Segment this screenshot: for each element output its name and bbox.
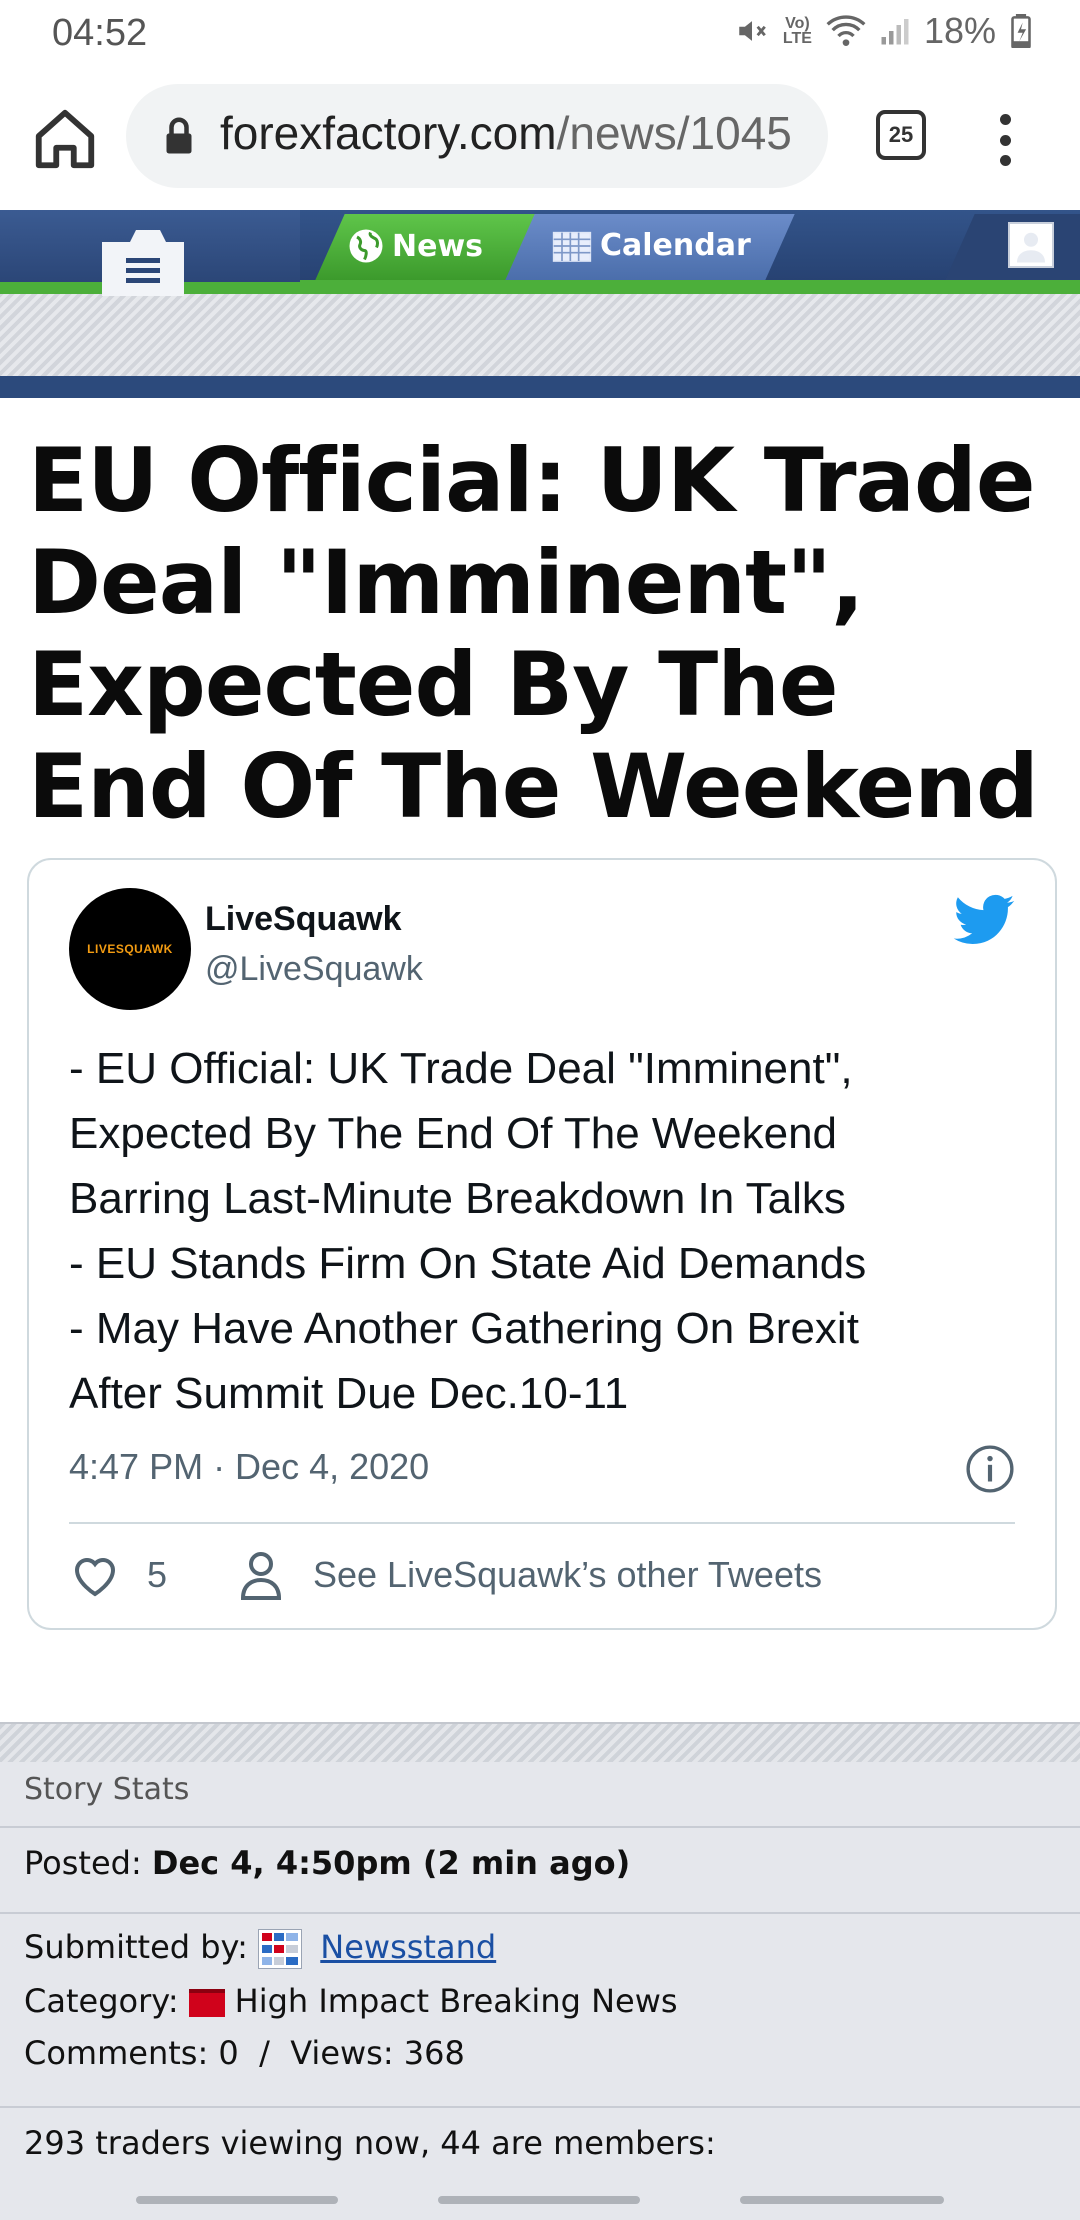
site-menu-icon[interactable] <box>100 228 186 298</box>
posted-label: Posted: <box>24 1844 142 1882</box>
views-label: Views: <box>290 2034 394 2072</box>
category-flag-icon <box>188 1989 225 2017</box>
address-bar[interactable]: forexfactory.com/news/1045 <box>126 84 828 188</box>
story-stats-panel: Story Stats Posted: Dec 4, 4:50pm (2 min… <box>0 1762 1080 2220</box>
url-text: forexfactory.com/news/1045 <box>220 107 792 159</box>
section-divider <box>0 1722 1080 1762</box>
newsstand-icon <box>258 1929 303 1969</box>
browser-toolbar: forexfactory.com/news/1045 25 <box>0 66 1080 210</box>
tweet-text-line: - May Have Another Gathering On Brexit <box>69 1304 859 1353</box>
tweet-text-line: After Summit Due Dec.10-11 <box>69 1369 629 1418</box>
status-time: 04:52 <box>52 12 148 54</box>
submitted-row: Submitted by: Newsstand <box>24 1928 496 1969</box>
overflow-menu-icon[interactable] <box>990 110 1020 170</box>
tweet-author-handle[interactable]: @LiveSquawk <box>205 950 423 989</box>
calendar-icon <box>552 231 592 262</box>
status-bar: 04:52 Vo) LTE 18% <box>0 0 1080 66</box>
article-title: EU Official: UK Trade Deal "Imminent", E… <box>28 429 1039 838</box>
nav-tab-news[interactable]: News <box>348 228 483 264</box>
battery-percent: 18% <box>923 10 996 51</box>
avatar-logo-text: LIVESQUAWK <box>87 942 173 956</box>
home-icon[interactable] <box>30 104 100 174</box>
nav-tab-calendar[interactable]: Calendar <box>552 228 751 263</box>
nav-news-label: News <box>392 228 484 264</box>
views-count: 368 <box>403 2034 465 2072</box>
like-count[interactable]: 5 <box>147 1554 167 1596</box>
tweet-author-name[interactable]: LiveSquawk <box>205 900 402 939</box>
tweet-timestamp[interactable]: 4:47 PM · Dec 4, 2020 <box>69 1446 429 1488</box>
person-icon[interactable] <box>241 1552 281 1600</box>
embedded-tweet[interactable]: LIVESQUAWK LiveSquawk @LiveSquawk - EU O… <box>27 858 1057 1630</box>
status-icons: Vo) LTE 18% <box>735 10 1032 52</box>
category-value: High Impact Breaking News <box>234 1982 678 2020</box>
volte-icon: Vo) LTE <box>782 15 812 47</box>
category-label: Category: <box>24 1982 179 2020</box>
divider <box>69 1522 1015 1524</box>
gesture-nav-handle[interactable] <box>438 2196 640 2204</box>
posted-row: Posted: Dec 4, 4:50pm (2 min ago) <box>24 1844 630 1882</box>
gesture-nav-handle[interactable] <box>136 2196 338 2204</box>
posted-value: Dec 4, 4:50pm (2 min ago) <box>151 1844 631 1882</box>
comments-label: Comments: <box>24 2034 209 2072</box>
comments-count: 0 <box>218 2034 239 2072</box>
tweet-text-line: Expected By The End Of The Weekend <box>69 1109 838 1158</box>
info-icon[interactable] <box>965 1444 1015 1494</box>
tweet-text-line: - EU Stands Firm On State Aid Demands <box>69 1239 867 1288</box>
gesture-nav-handle[interactable] <box>740 2196 944 2204</box>
category-row: Category: High Impact Breaking News <box>24 1982 678 2020</box>
viewers-row: 293 traders viewing now, 44 are members: <box>24 2124 716 2162</box>
tweet-text-line: - EU Official: UK Trade Deal "Imminent", <box>69 1044 853 1093</box>
submitted-label: Submitted by: <box>24 1928 248 1966</box>
wifi-icon <box>826 15 866 46</box>
user-account-icon[interactable] <box>1008 222 1054 268</box>
globe-icon <box>349 229 383 263</box>
signal-icon <box>881 19 909 45</box>
comments-views-row: Comments: 0 / Views: 368 <box>24 2034 465 2072</box>
tab-switcher-button[interactable]: 25 <box>876 110 926 160</box>
heart-icon[interactable] <box>71 1554 119 1598</box>
story-stats-header: Story Stats <box>24 1772 190 1807</box>
tweet-text-line: Barring Last-Minute Breakdown In Talks <box>69 1174 846 1223</box>
avatar[interactable]: LIVESQUAWK <box>69 888 191 1010</box>
battery-charging-icon <box>1011 14 1031 48</box>
nav-calendar-label: Calendar <box>600 228 751 263</box>
twitter-bird-icon[interactable] <box>951 894 1017 950</box>
submitter-link[interactable]: Newsstand <box>320 1928 496 1966</box>
lock-icon <box>166 117 192 154</box>
see-other-tweets-link[interactable]: See LiveSquawk’s other Tweets <box>313 1554 822 1596</box>
site-header: News Calendar <box>0 210 1080 398</box>
tweet-text: - EU Official: UK Trade Deal "Imminent",… <box>69 1036 1029 1426</box>
mute-icon <box>739 21 766 41</box>
